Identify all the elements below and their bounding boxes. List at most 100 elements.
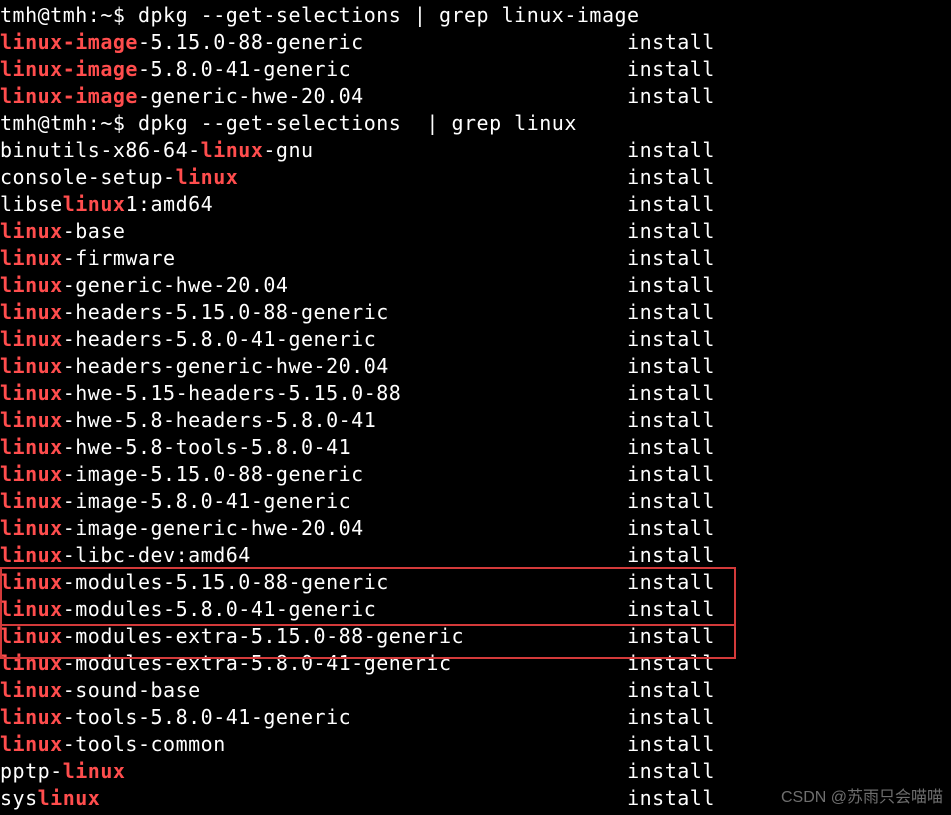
pkg-suffix: -generic-hwe-20.04 — [63, 273, 289, 297]
pkg-status: install — [351, 57, 715, 81]
block2-row: linux-hwe-5.8-headers-5.8.0-41 install — [0, 407, 951, 434]
pkg-suffix: -5.15.0-88-generic — [138, 30, 364, 54]
match-highlight: linux — [0, 219, 63, 243]
pkg-suffix: -image-generic-hwe-20.04 — [63, 516, 364, 540]
pkg-suffix: -modules-5.8.0-41-generic — [63, 597, 377, 621]
pkg-suffix: -sound-base — [63, 678, 201, 702]
prompt-userhost: tmh@tmh:~$ — [0, 3, 138, 27]
pkg-suffix: -image-5.8.0-41-generic — [63, 489, 351, 513]
prompt-line[interactable]: tmh@tmh:~$ dpkg --get-selections | grep … — [0, 110, 951, 137]
block2-row: linux-modules-extra-5.8.0-41-generic ins… — [0, 650, 951, 677]
match-highlight: linux — [0, 543, 63, 567]
match-highlight: linux-image — [0, 84, 138, 108]
pkg-suffix: 1:amd64 — [125, 192, 213, 216]
pkg-suffix: -hwe-5.8-headers-5.8.0-41 — [63, 408, 377, 432]
command-text: dpkg --get-selections | grep linux — [138, 111, 577, 135]
pkg-suffix: -gnu — [263, 138, 313, 162]
match-highlight: linux — [0, 273, 63, 297]
pkg-prefix: pptp- — [0, 759, 63, 783]
pkg-status: install — [389, 354, 715, 378]
match-highlight: linux — [201, 138, 264, 162]
block2-row: linux-hwe-5.8-tools-5.8.0-41 install — [0, 434, 951, 461]
block2-row: console-setup-linux install — [0, 164, 951, 191]
block2-row: linux-image-5.8.0-41-generic install — [0, 488, 951, 515]
match-highlight: linux — [38, 786, 101, 810]
pkg-status: install — [364, 462, 715, 486]
pkg-prefix: sys — [0, 786, 38, 810]
pkg-status: install — [376, 597, 715, 621]
pkg-status: install — [288, 273, 714, 297]
pkg-suffix: -headers-5.8.0-41-generic — [63, 327, 377, 351]
pkg-suffix: -tools-5.8.0-41-generic — [63, 705, 351, 729]
pkg-suffix: -generic-hwe-20.04 — [138, 84, 364, 108]
block2-row: linux-sound-base install — [0, 677, 951, 704]
prompt-line[interactable]: tmh@tmh:~$ dpkg --get-selections | grep … — [0, 2, 951, 29]
match-highlight: linux — [0, 489, 63, 513]
pkg-status: install — [351, 435, 715, 459]
pkg-status: install — [351, 489, 715, 513]
pkg-suffix: -hwe-5.8-tools-5.8.0-41 — [63, 435, 351, 459]
block2-row: linux-image-generic-hwe-20.04 install — [0, 515, 951, 542]
prompt-userhost: tmh@tmh:~$ — [0, 111, 138, 135]
match-highlight: linux — [0, 300, 63, 324]
match-highlight: linux-image — [0, 30, 138, 54]
pkg-status: install — [226, 732, 715, 756]
match-highlight: linux — [0, 570, 63, 594]
pkg-status: install — [389, 570, 715, 594]
match-highlight: linux — [0, 678, 63, 702]
pkg-status: install — [389, 300, 715, 324]
pkg-status: install — [100, 786, 715, 810]
pkg-suffix: -modules-5.15.0-88-generic — [63, 570, 389, 594]
pkg-prefix: console-setup- — [0, 165, 176, 189]
pkg-suffix: -tools-common — [63, 732, 226, 756]
block2-row: pptp-linux install — [0, 758, 951, 785]
pkg-status: install — [364, 30, 715, 54]
pkg-status: install — [201, 678, 715, 702]
match-highlight: linux — [0, 327, 63, 351]
block2-row: linux-image-5.15.0-88-generic install — [0, 461, 951, 488]
block2-row: linux-modules-extra-5.15.0-88-generic in… — [0, 623, 951, 650]
block2-row: linux-headers-5.8.0-41-generic install — [0, 326, 951, 353]
block2-row: linux-hwe-5.15-headers-5.15.0-88 install — [0, 380, 951, 407]
pkg-status: install — [376, 327, 715, 351]
pkg-suffix: -5.8.0-41-generic — [138, 57, 351, 81]
pkg-suffix: -firmware — [63, 246, 176, 270]
match-highlight: linux — [0, 354, 63, 378]
match-highlight: linux — [0, 705, 63, 729]
block2-row: linux-tools-5.8.0-41-generic install — [0, 704, 951, 731]
pkg-status: install — [213, 192, 715, 216]
block2-row: binutils-x86-64-linux-gnu install — [0, 137, 951, 164]
pkg-status: install — [376, 408, 715, 432]
pkg-status: install — [251, 543, 715, 567]
pkg-suffix: -image-5.15.0-88-generic — [63, 462, 364, 486]
block2-row: linux-modules-5.8.0-41-generic install — [0, 596, 951, 623]
pkg-status: install — [401, 381, 715, 405]
pkg-status: install — [314, 138, 715, 162]
pkg-prefix: binutils-x86-64- — [0, 138, 201, 162]
block2-row: linux-libc-dev:amd64 install — [0, 542, 951, 569]
block2-row: linux-tools-common install — [0, 731, 951, 758]
pkg-status: install — [452, 651, 715, 675]
pkg-suffix: -headers-5.15.0-88-generic — [63, 300, 389, 324]
match-highlight: linux — [0, 381, 63, 405]
match-highlight: linux — [0, 408, 63, 432]
pkg-prefix: libse — [0, 192, 63, 216]
block1-row: linux-image-5.15.0-88-generic install — [0, 29, 951, 56]
pkg-suffix: -modules-extra-5.8.0-41-generic — [63, 651, 452, 675]
pkg-status: install — [364, 516, 715, 540]
watermark: CSDN @苏雨只会喵喵 — [781, 784, 943, 811]
match-highlight: linux-image — [0, 57, 138, 81]
command-text: dpkg --get-selections | grep linux-image — [138, 3, 640, 27]
block2-row: libselinux1:amd64 install — [0, 191, 951, 218]
block2-row: linux-modules-5.15.0-88-generic install — [0, 569, 951, 596]
match-highlight: linux — [0, 435, 63, 459]
match-highlight: linux — [0, 651, 63, 675]
block1-row: linux-image-5.8.0-41-generic install — [0, 56, 951, 83]
block2-row: linux-base install — [0, 218, 951, 245]
block2-row: linux-generic-hwe-20.04 install — [0, 272, 951, 299]
match-highlight: linux — [0, 462, 63, 486]
pkg-status: install — [351, 705, 715, 729]
match-highlight: linux — [176, 165, 239, 189]
pkg-status: install — [176, 246, 715, 270]
match-highlight: linux — [0, 597, 63, 621]
